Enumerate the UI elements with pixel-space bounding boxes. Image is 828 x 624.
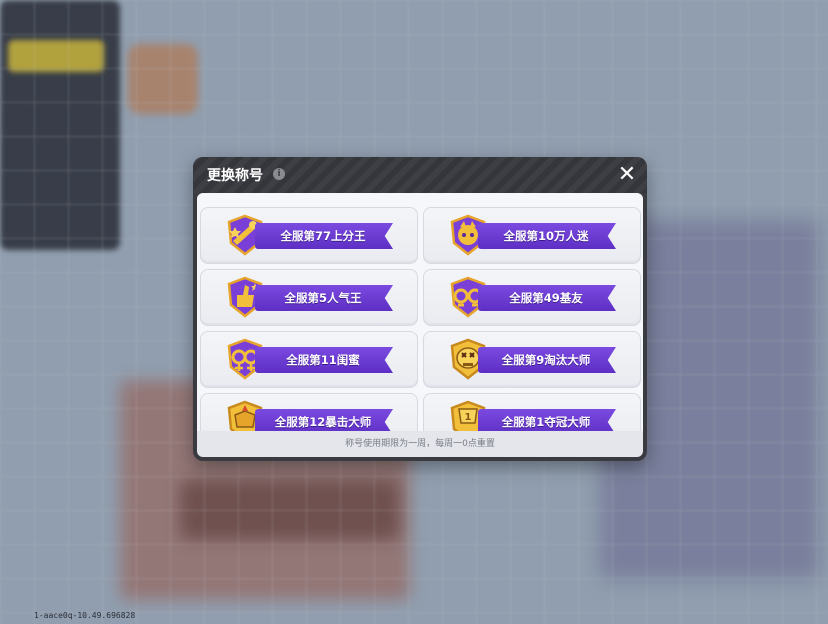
title-card[interactable]: 全服第49基友 <box>423 269 641 326</box>
title-label: 全服第12暴击大师 <box>274 415 372 429</box>
title-card[interactable]: 全服第77上分王 <box>200 207 418 264</box>
dialog-header: 更换称号 i ✕ <box>193 157 647 193</box>
title-label: 全服第49基友 <box>509 291 583 305</box>
title-card[interactable]: 全服第11闺蜜 <box>200 331 418 388</box>
title-list[interactable]: 全服第77上分王 全服第10万人迷 全服第5人气王 全服第49基友 全服第11闺… <box>197 193 643 431</box>
close-button[interactable]: ✕ <box>615 163 639 187</box>
info-icon[interactable]: i <box>273 168 285 180</box>
title-label: 全服第1夺冠大师 <box>501 415 591 429</box>
title-card[interactable]: 全服第10万人迷 <box>423 207 641 264</box>
title-label: 全服第10万人迷 <box>503 229 589 243</box>
title-card[interactable]: 全服第5人气王 <box>200 269 418 326</box>
title-card[interactable]: 全服第12暴击大师 <box>200 393 418 431</box>
title-label: 全服第5人气王 <box>284 291 362 305</box>
title-card[interactable]: 全服第9淘汰大师 <box>423 331 641 388</box>
dialog-title: 更换称号 <box>207 168 263 184</box>
svg-text:1: 1 <box>465 412 472 423</box>
footer-note: 称号使用期限为一周，每周一0点重置 <box>197 431 643 457</box>
title-label: 全服第9淘汰大师 <box>501 353 591 367</box>
title-label: 全服第77上分王 <box>280 229 366 243</box>
title-label: 全服第11闺蜜 <box>286 353 360 367</box>
title-card[interactable]: 1 全服第1夺冠大师 <box>423 393 641 431</box>
change-title-dialog: 更换称号 i ✕ 全服第77上分王 全服第10万人迷 全服第5人气王 全服第49… <box>193 157 647 461</box>
version-label: 1-aace0q-10.49.696828 <box>34 611 136 620</box>
